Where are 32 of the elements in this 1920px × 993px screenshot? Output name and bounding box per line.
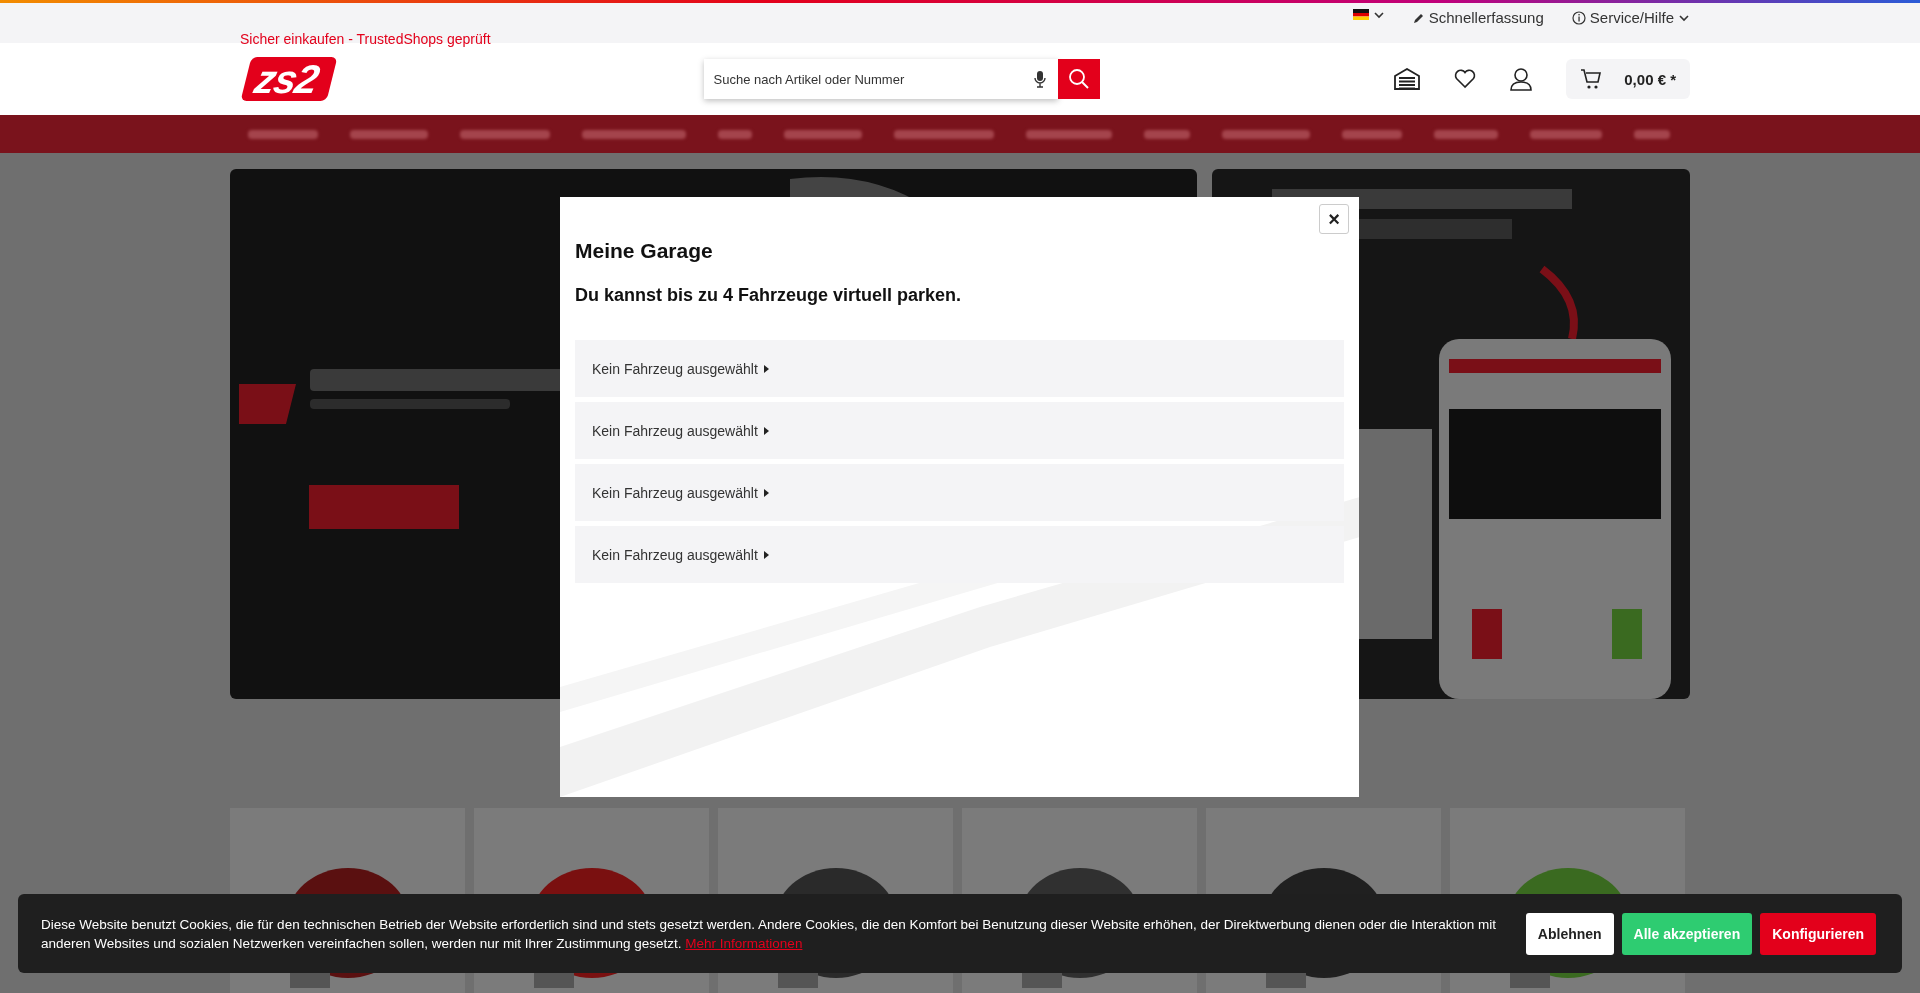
- german-flag-icon[interactable]: [1352, 9, 1369, 20]
- caret-right-icon: [763, 364, 769, 373]
- modal-title: Meine Garage: [575, 238, 713, 264]
- cart-icon: [1580, 68, 1603, 90]
- chevron-down-icon[interactable]: [1678, 13, 1690, 22]
- decline-button[interactable]: Ablehnen: [1525, 912, 1614, 955]
- cookie-notice: Diese Website benutzt Cookies, die für den technischen Betrieb der Website erforderlich sind und stets gesetzt werden. Andere Cookies, die den Komfort bei Benutzung dieser Website erhöhen, der Direktwerbung dienen oder die Interaktion mit anderen Websites und sozialen Netzwerken vereinfachen sollen, werden nur mit Ihrer Zustimmung gesetzt. Mehr Informationen: [41, 915, 1498, 953]
- caret-right-icon: [763, 550, 769, 559]
- vehicle-slot[interactable]: Kein Fahrzeug ausgewählt: [575, 464, 1344, 521]
- info-icon: [1571, 10, 1586, 25]
- vehicle-slot[interactable]: Kein Fahrzeug ausgewählt: [575, 526, 1344, 583]
- user-icon[interactable]: [1510, 67, 1533, 91]
- caret-right-icon: [763, 488, 769, 497]
- modal-subtitle: Du kannst bis zu 4 Fahrzeuge virtuell parken.: [575, 284, 962, 306]
- logo[interactable]: zs2: [240, 57, 337, 101]
- quick-entry-link[interactable]: Schnellerfassung: [1428, 9, 1544, 26]
- heart-icon[interactable]: [1454, 69, 1477, 89]
- caret-right-icon: [763, 426, 769, 435]
- configure-button[interactable]: Konfigurieren: [1760, 912, 1876, 955]
- trust-text: Sicher einkaufen - TrustedShops geprüft: [240, 31, 491, 47]
- cart-button[interactable]: 0,00 € *: [1566, 59, 1690, 99]
- service-menu[interactable]: Service/Hilfe: [1589, 9, 1674, 26]
- close-button[interactable]: ×: [1319, 204, 1349, 234]
- search-icon: [1067, 68, 1090, 90]
- garage-icon[interactable]: [1394, 68, 1421, 90]
- pencil-icon: [1412, 11, 1425, 24]
- vehicle-slot[interactable]: Kein Fahrzeug ausgewählt: [575, 402, 1344, 459]
- microphone-icon[interactable]: [1033, 70, 1046, 88]
- search-field[interactable]: Suche nach Artikel oder Nummer: [703, 59, 1034, 99]
- vehicle-slot[interactable]: Kein Fahrzeug ausgewählt: [575, 340, 1344, 397]
- chevron-down-icon[interactable]: [1372, 10, 1385, 19]
- search-button[interactable]: [1057, 59, 1100, 99]
